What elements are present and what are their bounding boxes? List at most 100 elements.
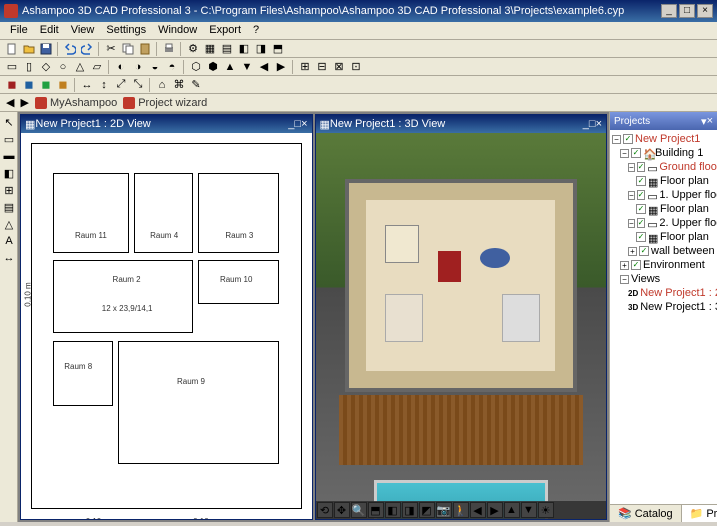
tool-icon[interactable]: ○ — [55, 59, 71, 75]
crumb-myashampoo[interactable]: MyAshampoo — [35, 97, 117, 109]
tree-floorplan[interactable]: ✓ ▦ Floor plan — [612, 174, 715, 188]
menu-help[interactable]: ? — [247, 22, 265, 39]
tool-icon[interactable]: ▦ — [202, 41, 218, 57]
tool-icon[interactable]: ▼ — [239, 59, 255, 75]
tool-icon[interactable]: ◇ — [38, 59, 54, 75]
view3d-close-icon[interactable]: × — [596, 118, 602, 130]
view3d-titlebar[interactable]: ▦ New Project1 : 3D View _ □ × — [316, 115, 607, 133]
view2d-max-icon[interactable]: □ — [294, 118, 301, 130]
paste-icon[interactable] — [137, 41, 153, 57]
tool-icon[interactable]: ▱ — [89, 59, 105, 75]
orbit-icon[interactable]: ⟲ — [317, 502, 333, 518]
pointer-icon[interactable]: ↖ — [1, 114, 17, 130]
tool-icon[interactable]: ◒ — [147, 59, 163, 75]
checkbox[interactable]: ✓ — [623, 134, 633, 144]
tool-icon[interactable]: ⌂ — [154, 77, 170, 93]
nav-icon[interactable]: ▶ — [487, 502, 503, 518]
expand-icon[interactable]: − — [628, 191, 635, 200]
menu-settings[interactable]: Settings — [100, 22, 152, 39]
tool-icon[interactable]: ▶ — [273, 59, 289, 75]
tool-icon[interactable]: ◐ — [113, 59, 129, 75]
view-top-icon[interactable]: ⬒ — [368, 502, 384, 518]
copy-icon[interactable] — [120, 41, 136, 57]
tool-icon[interactable]: ▭ — [4, 59, 20, 75]
checkbox[interactable]: ✓ — [637, 162, 646, 172]
menu-edit[interactable]: Edit — [34, 22, 65, 39]
tree-view3d[interactable]: 3D New Project1 : 3D View — [612, 300, 715, 314]
tool-icon[interactable]: ⊟ — [314, 59, 330, 75]
tool-icon[interactable]: ◼ — [21, 77, 37, 93]
checkbox[interactable]: ✓ — [637, 190, 646, 200]
menu-export[interactable]: Export — [203, 22, 247, 39]
tool-icon[interactable]: ⤡ — [130, 77, 146, 93]
tool-icon[interactable]: ◼ — [38, 77, 54, 93]
tree-floorplan[interactable]: ✓ ▦ Floor plan — [612, 230, 715, 244]
expand-icon[interactable]: + — [620, 261, 629, 270]
window-icon[interactable]: ⊞ — [1, 182, 17, 198]
close-button[interactable]: × — [697, 4, 713, 18]
tree-building[interactable]: − ✓ 🏠 Building 1 — [612, 146, 715, 160]
view2d-titlebar[interactable]: ▦ New Project1 : 2D View _ □ × — [21, 115, 312, 133]
tool-icon[interactable]: ⬡ — [188, 59, 204, 75]
view-side-icon[interactable]: ◨ — [402, 502, 418, 518]
crumb-project-wizard[interactable]: Project wizard — [123, 97, 207, 109]
cut-icon[interactable]: ✂ — [103, 41, 119, 57]
view-front-icon[interactable]: ◧ — [385, 502, 401, 518]
tool-icon[interactable]: ◓ — [164, 59, 180, 75]
tab-projects[interactable]: 📁 Projects — [682, 505, 717, 522]
roof-icon[interactable]: △ — [1, 216, 17, 232]
tool-icon[interactable]: ⬒ — [270, 41, 286, 57]
view2d-canvas[interactable]: Raum 11 Raum 4 Raum 3 Raum 2 12 x 23,9/1… — [21, 133, 312, 519]
expand-icon[interactable]: − — [612, 135, 621, 144]
tree-upper-2[interactable]: − ✓ ▭ 2. Upper floor — [612, 216, 715, 230]
crumb-back-icon[interactable]: ◀ — [6, 96, 14, 109]
stairs-icon[interactable]: ▤ — [1, 199, 17, 215]
print-icon[interactable] — [161, 41, 177, 57]
checkbox[interactable]: ✓ — [636, 176, 646, 186]
tool-icon[interactable]: ▯ — [21, 59, 37, 75]
tool-icon[interactable]: ↕ — [96, 77, 112, 93]
checkbox[interactable]: ✓ — [631, 148, 641, 158]
text-icon[interactable]: A — [1, 233, 17, 249]
tool-icon[interactable]: ◨ — [253, 41, 269, 57]
checkbox[interactable]: ✓ — [639, 246, 649, 256]
nav-icon[interactable]: ▼ — [521, 502, 537, 518]
select-icon[interactable]: ▭ — [1, 131, 17, 147]
render-icon[interactable]: ☀ — [538, 502, 554, 518]
tool-icon[interactable]: △ — [72, 59, 88, 75]
redo-icon[interactable] — [79, 41, 95, 57]
panel-close-icon[interactable]: × — [707, 115, 713, 127]
nav-icon[interactable]: ◀ — [470, 502, 486, 518]
save-icon[interactable] — [38, 41, 54, 57]
expand-icon[interactable]: + — [628, 247, 637, 256]
crumb-fwd-icon[interactable]: ▶ — [20, 96, 28, 109]
tree-root[interactable]: − ✓ New Project1 — [612, 132, 715, 146]
walk-icon[interactable]: 🚶 — [453, 502, 469, 518]
new-file-icon[interactable] — [4, 41, 20, 57]
zoom-icon[interactable]: 🔍 — [351, 502, 367, 518]
tool-icon[interactable]: ▲ — [222, 59, 238, 75]
wall-icon[interactable]: ▬ — [1, 148, 17, 164]
view3d-canvas[interactable]: ⟲ ✥ 🔍 ⬒ ◧ ◨ ◩ 📷 🚶 ◀ ▶ ▲ ▼ ☀ — [316, 133, 607, 519]
minimize-button[interactable]: _ — [661, 4, 677, 18]
tree-upper-1[interactable]: − ✓ ▭ 1. Upper floor — [612, 188, 715, 202]
checkbox[interactable]: ✓ — [636, 232, 646, 242]
tool-icon[interactable]: ⊡ — [348, 59, 364, 75]
expand-icon[interactable]: − — [620, 275, 629, 284]
expand-icon[interactable]: − — [628, 219, 635, 228]
tree-floorplan[interactable]: ✓ ▦ Floor plan — [612, 202, 715, 216]
tool-icon[interactable]: ◧ — [236, 41, 252, 57]
tool-icon[interactable]: ◑ — [130, 59, 146, 75]
tree-ground-floor[interactable]: − ✓ ▭ Ground floor — [612, 160, 715, 174]
nav-icon[interactable]: ▲ — [504, 502, 520, 518]
pan-icon[interactable]: ✥ — [334, 502, 350, 518]
checkbox[interactable]: ✓ — [631, 260, 641, 270]
checkbox[interactable]: ✓ — [636, 204, 646, 214]
tree-environment[interactable]: + ✓ Environment — [612, 258, 715, 272]
maximize-button[interactable]: □ — [679, 4, 695, 18]
checkbox[interactable]: ✓ — [637, 218, 646, 228]
tool-icon[interactable]: ✎ — [188, 77, 204, 93]
tab-catalog[interactable]: 📚 Catalog — [610, 505, 682, 522]
tool-icon[interactable]: ⚙ — [185, 41, 201, 57]
tree-wall[interactable]: + ✓ wall between — [612, 244, 715, 258]
